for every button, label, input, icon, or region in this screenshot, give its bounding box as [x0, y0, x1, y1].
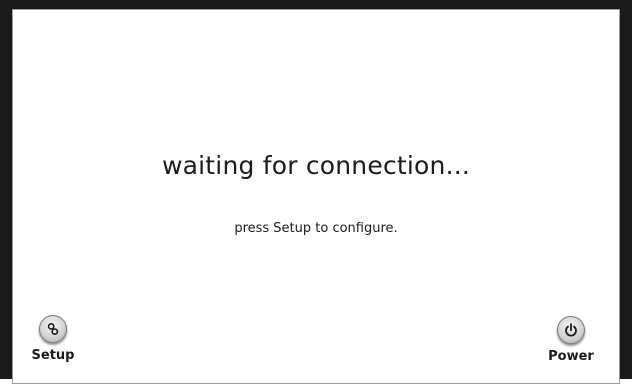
power-button[interactable]: Power	[544, 316, 598, 364]
setup-hint-text: press Setup to configure.	[234, 221, 398, 236]
power-icon	[557, 316, 585, 344]
setup-button-label: Setup	[31, 348, 75, 363]
display-screen: waiting for connection... press Setup to…	[12, 9, 620, 384]
setup-icon	[39, 315, 67, 343]
connection-status-title: waiting for connection...	[161, 151, 471, 180]
device-frame: waiting for connection... press Setup to…	[0, 0, 632, 384]
power-button-label: Power	[548, 349, 594, 364]
setup-button[interactable]: Setup	[30, 315, 76, 363]
